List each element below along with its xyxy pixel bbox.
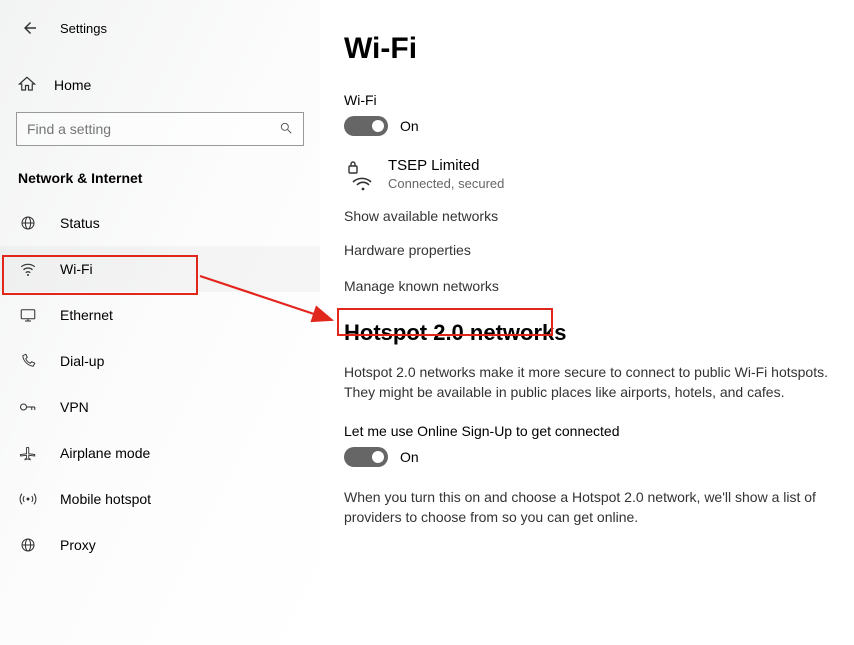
hotspot-toggle-row: On [344, 447, 832, 467]
link-show-available[interactable]: Show available networks [344, 208, 832, 224]
wifi-toggle-state: On [400, 118, 419, 134]
nav-item-wifi[interactable]: Wi-Fi [0, 246, 320, 292]
back-arrow-icon [21, 19, 39, 37]
nav-label: Dial-up [60, 353, 104, 369]
top-row: Settings [0, 12, 320, 44]
hotspot-heading: Hotspot 2.0 networks [344, 320, 832, 346]
search-wrap [0, 106, 320, 160]
wifi-toggle[interactable] [344, 116, 388, 136]
sidebar: Settings Home Network & Internet Status … [0, 0, 320, 645]
wifi-label: Wi-Fi [344, 92, 832, 108]
link-hardware-properties[interactable]: Hardware properties [344, 242, 832, 258]
nav-item-ethernet[interactable]: Ethernet [0, 292, 320, 338]
hotspot-body: Hotspot 2.0 networks make it more secure… [344, 362, 832, 403]
home-nav[interactable]: Home [0, 64, 320, 106]
nav-label: Mobile hotspot [60, 491, 151, 507]
search-icon [279, 121, 295, 138]
main-panel: Wi-Fi Wi-Fi On TSEP Limited Connected, s… [320, 0, 854, 645]
airplane-icon [18, 444, 38, 462]
wifi-icon [18, 260, 38, 278]
ethernet-icon [18, 306, 38, 324]
status-icon [18, 214, 38, 232]
page-title: Wi-Fi [344, 32, 832, 66]
nav-item-dialup[interactable]: Dial-up [0, 338, 320, 384]
wifi-toggle-row: On [344, 116, 832, 136]
vpn-icon [18, 400, 38, 414]
proxy-icon [18, 536, 38, 554]
hotspot-toggle-state: On [400, 449, 419, 465]
search-input[interactable] [27, 121, 279, 137]
current-network[interactable]: TSEP Limited Connected, secured [344, 156, 832, 192]
hotspot-footer: When you turn this on and choose a Hotsp… [344, 487, 832, 528]
secure-wifi-icon [344, 156, 380, 192]
nav-item-airplane[interactable]: Airplane mode [0, 430, 320, 476]
search-box[interactable] [16, 112, 304, 146]
hotspot-toggle[interactable] [344, 447, 388, 467]
back-button[interactable] [18, 16, 42, 40]
nav-label: Wi-Fi [60, 261, 93, 277]
nav-item-hotspot[interactable]: Mobile hotspot [0, 476, 320, 522]
link-manage-known-networks[interactable]: Manage known networks [344, 276, 832, 296]
nav-item-status[interactable]: Status [0, 200, 320, 246]
nav-label: Proxy [60, 537, 96, 553]
nav-label: Airplane mode [60, 445, 150, 461]
nav-label: VPN [60, 399, 89, 415]
home-icon [18, 75, 36, 96]
dialup-icon [18, 352, 38, 370]
section-header: Network & Internet [0, 160, 320, 200]
network-status: Connected, secured [388, 176, 504, 191]
hotspot-signup-label: Let me use Online Sign-Up to get connect… [344, 423, 832, 439]
home-label: Home [54, 77, 91, 93]
hotspot-icon [18, 490, 38, 508]
network-text: TSEP Limited Connected, secured [388, 157, 504, 191]
window-title: Settings [60, 21, 107, 36]
network-name: TSEP Limited [388, 157, 504, 174]
nav-item-proxy[interactable]: Proxy [0, 522, 320, 568]
nav-item-vpn[interactable]: VPN [0, 384, 320, 430]
nav-label: Ethernet [60, 307, 113, 323]
nav-label: Status [60, 215, 100, 231]
